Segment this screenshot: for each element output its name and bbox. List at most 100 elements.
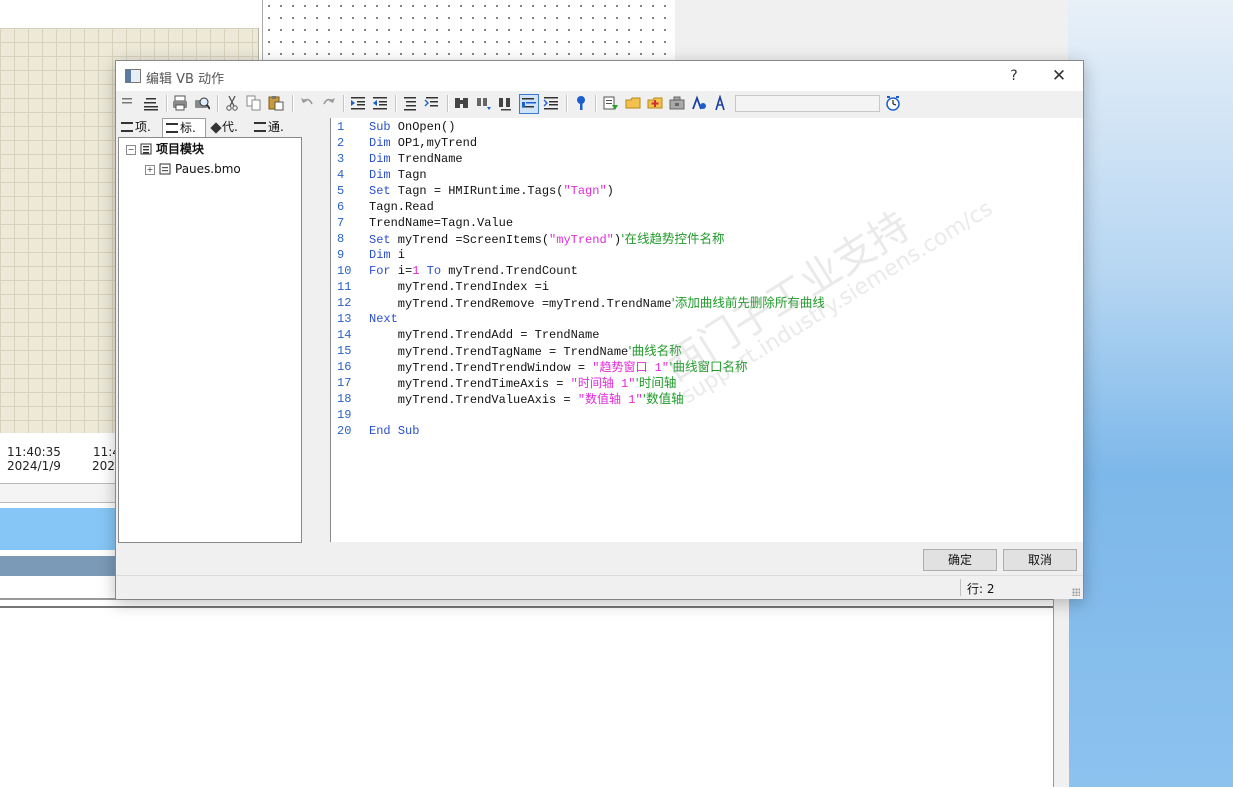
code-token: myTrend =ScreenItems(	[390, 233, 550, 247]
tab-standard[interactable]: 标.	[162, 118, 206, 138]
indent-lines-icon[interactable]	[143, 95, 161, 113]
close-button[interactable]: ✕	[1044, 65, 1074, 87]
code-line[interactable]: Sub OnOpen()	[369, 119, 455, 135]
ok-button[interactable]: 确定	[923, 549, 997, 571]
list-members-icon[interactable]	[121, 95, 139, 113]
line-number: 7	[337, 216, 345, 230]
replace-icon[interactable]	[476, 95, 494, 113]
line-number: 13	[337, 312, 352, 326]
code-line[interactable]: Dim Tagn	[369, 167, 427, 183]
line-number: 1	[337, 120, 345, 134]
code-line[interactable]: Dim TrendName	[369, 151, 463, 167]
code-line[interactable]: myTrend.TrendAdd = TrendName	[369, 327, 600, 343]
line-number: 17	[337, 376, 352, 390]
collapse-toggle[interactable]: −	[126, 145, 136, 155]
line-number: 10	[337, 264, 352, 278]
tags-icon[interactable]	[691, 95, 709, 113]
code-token: '数值轴	[642, 391, 684, 406]
trend-toolbar-area	[0, 508, 118, 550]
desktop-background	[1068, 0, 1233, 787]
import-icon[interactable]	[603, 95, 621, 113]
trigger-clock-icon[interactable]	[885, 95, 903, 113]
code-line[interactable]: myTrend.TrendRemove =myTrend.TrendName'添…	[369, 295, 825, 312]
paste-icon[interactable]	[268, 95, 286, 113]
status-divider	[960, 579, 961, 596]
cancel-button[interactable]: 取消	[1003, 549, 1077, 571]
code-line[interactable]: Tagn.Read	[369, 199, 434, 215]
find-next-icon[interactable]	[498, 95, 516, 113]
bookmark-toggle-icon[interactable]	[519, 94, 539, 114]
resize-grip-icon[interactable]	[1072, 588, 1080, 596]
tree-node-project-module[interactable]: − 项目模块	[126, 141, 204, 157]
code-token: Sub	[369, 120, 391, 134]
line-number: 20	[337, 424, 352, 438]
tab-project[interactable]: 项.	[118, 118, 162, 137]
comment-block-icon[interactable]	[402, 95, 420, 113]
code-token: "myTrend"	[549, 233, 614, 247]
tab-label: 项.	[135, 120, 151, 134]
code-editor[interactable]: 1 Sub OnOpen() 2 Dim OP1,myTrend 3 Dim TrendN…	[330, 118, 1083, 542]
code-token: myTrend.TrendTagName = TrendName	[369, 345, 629, 359]
toolbar-separator	[595, 95, 597, 112]
copy-icon[interactable]	[246, 95, 264, 113]
code-line[interactable]: myTrend.TrendTimeAxis = "时间轴 1"'时间轴	[369, 375, 677, 392]
open-folder-icon[interactable]	[625, 95, 643, 113]
code-line[interactable]: myTrend.TrendTrendWindow = "趋势窗口 1"'曲线窗口…	[369, 359, 748, 376]
increase-indent-icon[interactable]	[350, 95, 368, 113]
trend-scrollbar[interactable]	[0, 483, 118, 503]
project-tree: − 项目模块 + Paues.bmo	[118, 137, 302, 543]
help-button[interactable]: ?	[1000, 65, 1028, 87]
library-icon[interactable]	[669, 95, 687, 113]
tab-label: 标.	[180, 121, 196, 135]
code-token: i	[390, 248, 406, 262]
line-number: 3	[337, 152, 345, 166]
print-preview-icon[interactable]	[194, 95, 212, 113]
decrease-indent-icon[interactable]	[372, 95, 390, 113]
expand-toggle[interactable]: +	[145, 165, 155, 175]
module-icon	[140, 143, 152, 155]
code-line[interactable]: Dim OP1,myTrend	[369, 135, 477, 151]
undo-icon[interactable]	[299, 95, 317, 113]
uncomment-block-icon[interactable]	[424, 95, 442, 113]
picture-objects-icon[interactable]	[713, 95, 731, 113]
tab-code[interactable]: 代.	[208, 118, 248, 137]
tree-node-file[interactable]: + Paues.bmo	[145, 161, 241, 177]
print-icon[interactable]	[172, 95, 190, 113]
code-line[interactable]: Next	[369, 311, 398, 327]
code-line[interactable]: myTrend.TrendIndex =i	[369, 279, 549, 295]
code-token: Next	[369, 312, 398, 326]
output-panel-scrollbar[interactable]	[1053, 596, 1069, 787]
code-line[interactable]: Set Tagn = HMIRuntime.Tags("Tagn")	[369, 183, 614, 199]
toolbar-search-box[interactable]	[735, 95, 880, 112]
next-bookmark-icon[interactable]	[543, 95, 561, 113]
code-line[interactable]: Dim i	[369, 247, 405, 263]
code-line[interactable]: TrendName=Tagn.Value	[369, 215, 513, 231]
line-number: 6	[337, 200, 345, 214]
add-item-icon[interactable]	[647, 95, 665, 113]
code-line[interactable]: myTrend.TrendTagName = TrendName'曲线名称	[369, 343, 682, 360]
toolbar-separator	[292, 95, 294, 112]
code-token: Set	[369, 233, 391, 247]
code-token: myTrend.TrendRemove =myTrend.TrendName	[369, 297, 672, 311]
code-token: Tagn = HMIRuntime.Tags(	[390, 184, 564, 198]
code-line[interactable]: End Sub	[369, 423, 419, 439]
tree-node-label: 项目模块	[156, 142, 205, 156]
code-token: Dim	[369, 152, 391, 166]
syntax-check-icon[interactable]	[573, 95, 591, 113]
redo-icon[interactable]	[321, 95, 339, 113]
cut-icon[interactable]	[224, 95, 242, 113]
toolbar-separator	[343, 95, 345, 112]
code-line[interactable]: Set myTrend =ScreenItems("myTrend")'在线趋势…	[369, 231, 725, 248]
toolbar-separator	[166, 95, 168, 112]
tab-general[interactable]: 通.	[251, 118, 295, 137]
trend-statusbar-area	[0, 556, 118, 576]
code-line[interactable]: For i=1 To myTrend.TrendCount	[369, 263, 578, 279]
code-token: End	[369, 424, 391, 438]
dialog-titlebar[interactable]: 编辑 VB 动作 ? ✕	[116, 61, 1083, 91]
code-token: Dim	[369, 136, 391, 150]
code-line[interactable]: myTrend.TrendValueAxis = "数值轴 1"'数值轴	[369, 391, 684, 408]
code-token: Dim	[369, 168, 391, 182]
code-token: myTrend.TrendTimeAxis =	[369, 377, 571, 391]
find-icon[interactable]	[454, 95, 472, 113]
